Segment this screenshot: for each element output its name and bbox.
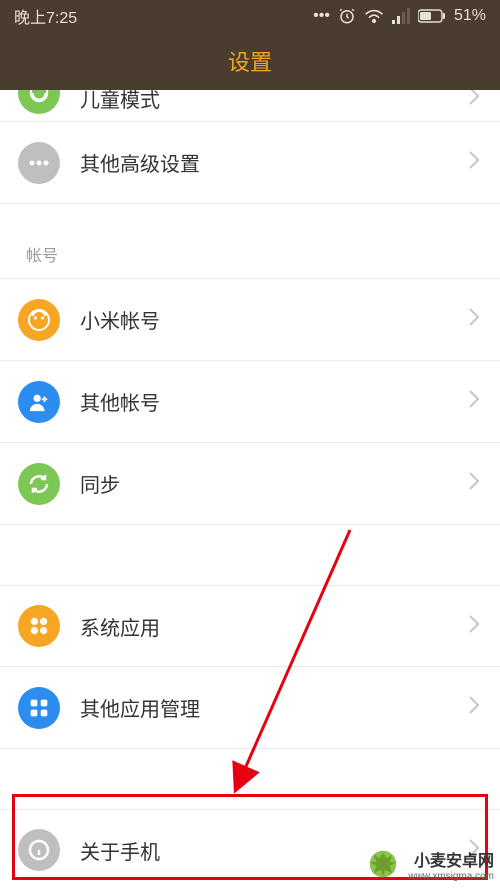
apps-grid-icon [18,687,60,729]
user-add-icon [18,381,60,423]
row-label: 其他帐号 [80,387,468,416]
page-title: 设置 [228,45,272,77]
page-header: 设置 [0,32,500,90]
row-label: 其他高级设置 [80,148,468,177]
signal-icon [392,8,410,24]
chevron-right-icon [468,90,480,111]
chevron-right-icon [468,389,480,414]
chevron-right-icon [468,307,480,332]
chevron-right-icon [468,471,480,496]
row-system-apps[interactable]: 系统应用 [0,585,500,667]
info-icon [18,829,60,871]
system-apps-icon [18,605,60,647]
status-time: 晚上7:25 [14,4,77,28]
chevron-right-icon [468,838,480,863]
row-label: 其他应用管理 [80,693,468,722]
row-label: 同步 [80,469,468,498]
battery-icon [418,9,446,23]
sync-icon [18,463,60,505]
mi-account-icon [18,299,60,341]
more-settings-icon [18,142,60,184]
settings-list: 儿童模式 其他高级设置 帐号 小米帐号 其他帐号 [0,90,500,889]
section-header-account: 帐号 [0,204,500,279]
row-label: 系统应用 [80,612,468,641]
row-other-account[interactable]: 其他帐号 [0,361,500,443]
row-sync[interactable]: 同步 [0,443,500,525]
statusbar: 晚上7:25 ••• 51% [0,0,500,32]
row-other-apps[interactable]: 其他应用管理 [0,667,500,749]
chevron-right-icon [468,695,480,720]
wifi-icon [364,8,384,24]
row-child-mode[interactable]: 儿童模式 [0,90,500,122]
row-about-phone[interactable]: 关于手机 [0,809,500,889]
more-icon: ••• [313,7,330,25]
row-other-advanced[interactable]: 其他高级设置 [0,122,500,204]
row-mi-account[interactable]: 小米帐号 [0,279,500,361]
row-label: 儿童模式 [80,90,468,113]
row-label: 关于手机 [80,836,468,865]
chevron-right-icon [468,614,480,639]
child-mode-icon [18,90,60,114]
chevron-right-icon [468,150,480,175]
battery-percent: 51% [454,7,486,25]
row-label: 小米帐号 [80,305,468,334]
alarm-icon [338,7,356,25]
